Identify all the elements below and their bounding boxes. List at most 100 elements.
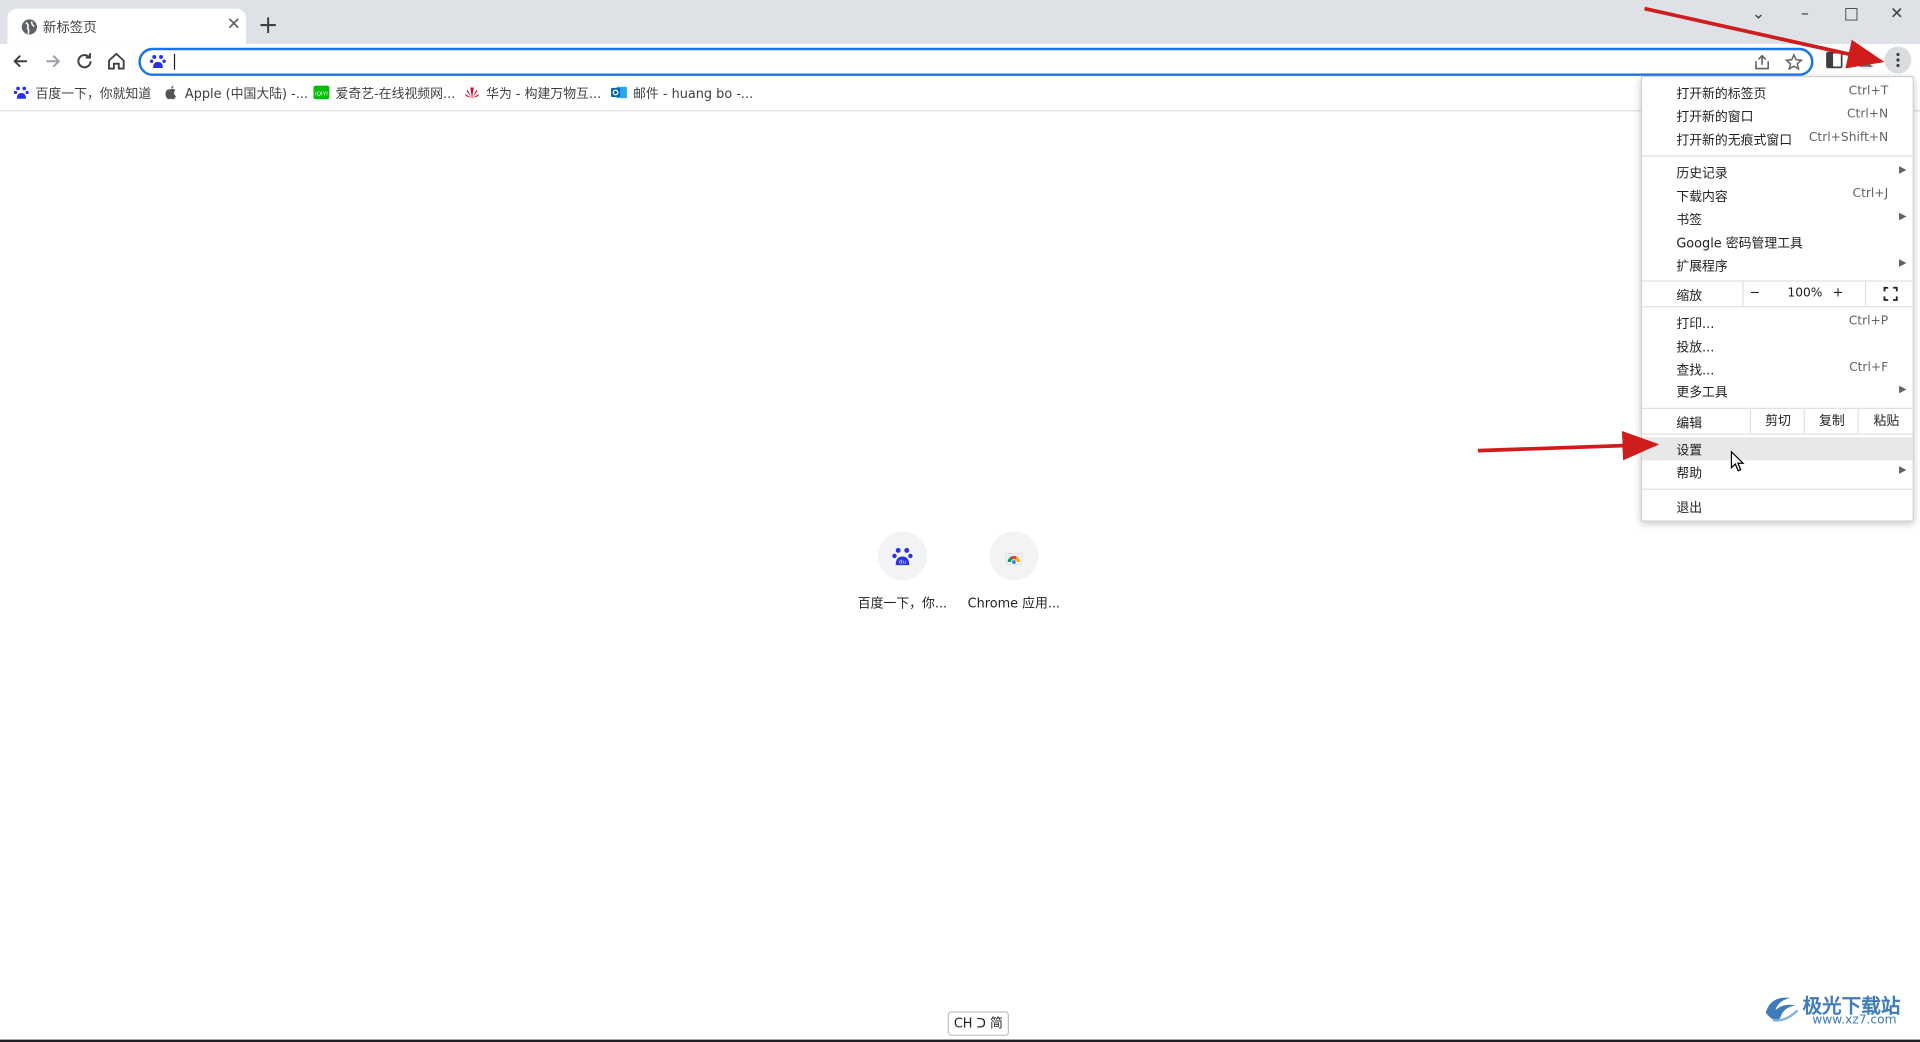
menu-item-new-window[interactable]: 打开新的窗口 Ctrl+N <box>1642 104 1913 127</box>
fullscreen-button[interactable] <box>1864 281 1914 307</box>
mouse-cursor-icon <box>1730 450 1745 472</box>
menu-item-password-manager[interactable]: Google 密码管理工具 <box>1642 230 1913 253</box>
menu-item-shortcut: Ctrl+J <box>1852 187 1889 201</box>
paste-button[interactable]: 粘贴 <box>1857 408 1914 434</box>
menu-item-shortcut: Ctrl+F <box>1849 361 1889 375</box>
menu-item-history[interactable]: 历史记录 ▶ <box>1642 160 1913 183</box>
new-tab-button[interactable]: + <box>256 12 280 36</box>
shortcut-icon-circle: du <box>877 531 927 581</box>
text-caret <box>173 53 176 70</box>
tab-strip: 新标签页 ✕ + ⌄ – □ ✕ <box>0 0 1920 45</box>
menu-edit-row: 编辑 剪切 复制 粘贴 <box>1642 408 1914 434</box>
baidu-icon <box>13 86 29 99</box>
omnibox-input[interactable] <box>177 51 1726 74</box>
menu-separator <box>1642 488 1913 490</box>
submenu-arrow-icon: ▶ <box>1899 257 1907 269</box>
shortcut-chrome-webstore[interactable]: Chrome 应用... <box>965 531 1063 612</box>
bookmark-label: 邮件 - huang bo -... <box>633 86 754 102</box>
menu-item-label: 退出 <box>1676 500 1703 516</box>
menu-item-find[interactable]: 查找... Ctrl+F <box>1642 358 1913 381</box>
share-icon[interactable] <box>1752 53 1772 73</box>
menu-separator <box>1642 306 1913 308</box>
ime-indicator[interactable]: CH ᑐ 简 <box>947 1011 1009 1036</box>
menu-item-print[interactable]: 打印... Ctrl+P <box>1642 311 1913 334</box>
apple-icon <box>165 85 176 100</box>
bookmark-apple[interactable]: Apple (中国大陆) -... <box>163 84 308 104</box>
bookmark-label: 百度一下，你就知道 <box>35 86 152 102</box>
bookmark-label: 爱奇艺-在线视频网... <box>335 86 456 102</box>
edit-label: 编辑 <box>1676 416 1703 432</box>
profile-icon[interactable] <box>1855 49 1877 71</box>
tab-search-icon[interactable]: ⌄ <box>1744 2 1773 26</box>
copy-button[interactable]: 复制 <box>1803 408 1859 434</box>
svg-text:iQIYI: iQIYI <box>315 91 328 97</box>
bookmark-label: 华为 - 构建万物互... <box>486 86 602 102</box>
menu-separator <box>1642 155 1913 157</box>
forward-icon[interactable] <box>40 49 64 73</box>
shortcut-icon-circle <box>989 531 1039 581</box>
menu-item-label: 打开新的标签页 <box>1676 86 1767 102</box>
menu-item-label: 查找... <box>1676 363 1715 379</box>
arrow-to-settings <box>1477 430 1660 461</box>
submenu-arrow-icon: ▶ <box>1899 210 1907 222</box>
shortcut-label: Chrome 应用... <box>967 596 1061 612</box>
baidu-icon: du <box>892 547 913 566</box>
bookmark-label: Apple (中国大陆) -... <box>184 86 309 102</box>
submenu-arrow-icon: ▶ <box>1899 164 1907 176</box>
menu-item-extensions[interactable]: 扩展程序 ▶ <box>1642 253 1913 276</box>
menu-separator <box>1642 433 1913 435</box>
menu-item-more-tools[interactable]: 更多工具 ▶ <box>1642 380 1913 403</box>
toolbar <box>0 44 1920 79</box>
tab-new-tab[interactable]: 新标签页 ✕ <box>7 8 247 45</box>
menu-item-label: 下载内容 <box>1676 189 1728 205</box>
menu-item-bookmarks[interactable]: 书签 ▶ <box>1642 207 1913 230</box>
submenu-arrow-icon: ▶ <box>1899 383 1907 395</box>
close-window-button[interactable]: ✕ <box>1882 2 1911 26</box>
zoom-in-button[interactable]: + <box>1827 285 1849 300</box>
maximize-button[interactable]: □ <box>1837 2 1866 26</box>
menu-item-new-tab[interactable]: 打开新的标签页 Ctrl+T <box>1642 81 1913 104</box>
reload-icon[interactable] <box>72 49 96 73</box>
menu-item-label: 书签 <box>1676 213 1703 228</box>
bookmark-iqiyi[interactable]: iQIYI 爱奇艺-在线视频网... <box>313 84 455 104</box>
omnibox[interactable] <box>138 47 1814 76</box>
outlook-icon <box>611 86 627 99</box>
menu-item-label: 设置 <box>1676 443 1703 458</box>
baidu-icon <box>149 54 166 68</box>
close-tab-icon[interactable]: ✕ <box>224 15 244 35</box>
bookmark-huawei[interactable]: 华为 - 构建万物互... <box>464 84 601 104</box>
svg-text:du: du <box>899 560 906 566</box>
menu-item-label: 投放... <box>1676 340 1715 356</box>
side-panel-icon[interactable] <box>1823 49 1845 71</box>
star-icon[interactable] <box>1784 53 1804 73</box>
chrome-webstore-icon <box>1004 553 1023 565</box>
more-menu-button[interactable] <box>1884 46 1912 74</box>
menu-item-shortcut: Ctrl+Shift+N <box>1808 131 1889 145</box>
menu-item-label: 打开新的窗口 <box>1676 110 1754 125</box>
menu-item-label: Google 密码管理工具 <box>1676 236 1803 252</box>
bookmark-baidu[interactable]: 百度一下，你就知道 <box>13 84 151 104</box>
menu-item-settings[interactable]: 设置 <box>1642 437 1913 461</box>
shortcut-baidu[interactable]: du 百度一下，你... <box>853 531 951 612</box>
cut-button[interactable]: 剪切 <box>1749 408 1805 434</box>
menu-item-help[interactable]: 帮助 ▶ <box>1642 460 1913 483</box>
bookmark-outlook[interactable]: 邮件 - huang bo -... <box>611 84 753 104</box>
menu-item-downloads[interactable]: 下载内容 Ctrl+J <box>1642 184 1913 207</box>
globe-icon <box>21 19 37 35</box>
back-icon[interactable] <box>9 49 33 73</box>
annotation-arrows <box>1477 6 1885 461</box>
zoom-out-button[interactable]: − <box>1744 285 1766 300</box>
zoom-level: 100% <box>1787 286 1823 301</box>
watermark-logo-icon <box>1765 997 1799 1022</box>
menu-item-label: 帮助 <box>1676 466 1703 482</box>
menu-item-exit[interactable]: 退出 <box>1642 495 1913 518</box>
minimize-button[interactable]: – <box>1790 2 1819 26</box>
menu-item-new-incognito-window[interactable]: 打开新的无痕式窗口 Ctrl+Shift+N <box>1642 127 1913 150</box>
menu-item-shortcut: Ctrl+P <box>1848 314 1889 329</box>
zoom-label: 缩放 <box>1676 288 1703 304</box>
menu-item-shortcut: Ctrl+N <box>1846 107 1889 122</box>
menu-item-label: 更多工具 <box>1676 385 1728 401</box>
menu-item-shortcut: Ctrl+T <box>1848 84 1889 98</box>
menu-item-cast[interactable]: 投放... <box>1642 334 1913 357</box>
home-icon[interactable] <box>104 49 128 73</box>
